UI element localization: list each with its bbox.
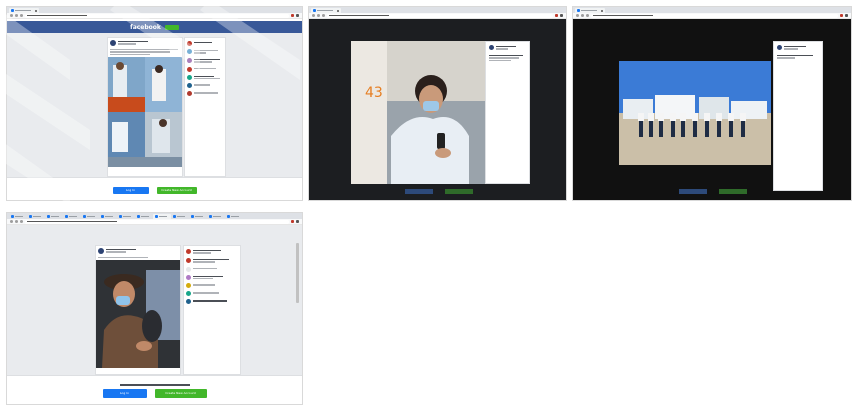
extension-icon[interactable]: [291, 220, 294, 223]
menu-icon[interactable]: [845, 14, 848, 17]
browser-tab[interactable]: [63, 214, 81, 219]
forward-icon[interactable]: [15, 14, 18, 17]
scrollbar[interactable]: [296, 243, 299, 303]
screenshot-post-photo: Log In Create New Account: [6, 212, 303, 405]
login-button[interactable]: Log In: [112, 186, 149, 194]
post-card: [107, 37, 183, 177]
viewer-photo[interactable]: 43: [351, 41, 485, 184]
close-icon[interactable]: [601, 9, 603, 12]
viewer-sidebar: [773, 41, 823, 191]
browser-tab[interactable]: [575, 8, 605, 13]
avatar[interactable]: [98, 248, 104, 254]
viewer-sidebar: [485, 41, 530, 184]
facebook-logo[interactable]: facebook: [130, 24, 161, 31]
reload-icon[interactable]: [586, 14, 589, 17]
login-prompt-bar: Log In Create New Account: [7, 177, 302, 200]
forward-icon[interactable]: [317, 14, 320, 17]
screenshot-photo-speaker: 43: [308, 6, 567, 201]
menu-icon[interactable]: [296, 220, 299, 223]
avatar[interactable]: [110, 40, 116, 46]
browser-tab[interactable]: [9, 214, 27, 219]
browser-tab[interactable]: [9, 8, 39, 13]
browser-tab[interactable]: [45, 214, 63, 219]
browser-tab[interactable]: [189, 214, 207, 219]
url-field[interactable]: [25, 13, 289, 18]
comments-panel: [183, 245, 241, 375]
browser-tab[interactable]: [311, 8, 341, 13]
avatar[interactable]: [489, 45, 494, 50]
screenshot-post-grid: facebook Log In Create New Account: [6, 6, 303, 201]
forward-icon[interactable]: [15, 220, 18, 223]
viewer-photo[interactable]: [619, 61, 771, 165]
url-field[interactable]: [327, 13, 553, 18]
menu-icon[interactable]: [296, 14, 299, 17]
url-field[interactable]: [25, 219, 289, 224]
viewer-footer: [673, 189, 753, 195]
back-icon[interactable]: [10, 220, 13, 223]
reload-icon[interactable]: [20, 14, 23, 17]
url-field[interactable]: [591, 13, 838, 18]
screenshot-photo-group: [572, 6, 852, 201]
comments-panel: [184, 37, 226, 177]
login-prompt-bar: Log In Create New Account: [7, 375, 302, 404]
browser-tab[interactable]: [27, 214, 45, 219]
back-icon[interactable]: [312, 14, 315, 17]
browser-tab[interactable]: [99, 214, 117, 219]
forward-icon[interactable]: [581, 14, 584, 17]
browser-tab[interactable]: [117, 214, 135, 219]
avatar[interactable]: [777, 45, 782, 50]
browser-tab-active[interactable]: [153, 214, 171, 219]
extension-icon[interactable]: [840, 14, 843, 17]
post-photo-grid[interactable]: [108, 57, 182, 168]
create-account-button[interactable]: Create New Account: [156, 186, 197, 194]
browser-tab[interactable]: [207, 214, 225, 219]
close-icon[interactable]: [337, 9, 339, 12]
reload-icon[interactable]: [20, 220, 23, 223]
extension-icon[interactable]: [291, 14, 294, 17]
facebook-favicon: [11, 9, 14, 12]
close-icon[interactable]: [35, 9, 37, 12]
browser-tab[interactable]: [81, 214, 99, 219]
facebook-header: facebook: [7, 21, 302, 33]
browser-tab[interactable]: [135, 214, 153, 219]
post-card: [95, 245, 181, 375]
menu-icon[interactable]: [560, 14, 563, 17]
svg-text:43: 43: [365, 85, 383, 101]
login-prompt-text: [119, 384, 190, 386]
back-icon[interactable]: [576, 14, 579, 17]
login-button[interactable]: Log In: [102, 388, 147, 398]
browser-tab[interactable]: [171, 214, 189, 219]
extension-icon[interactable]: [555, 14, 558, 17]
address-bar: [7, 13, 302, 19]
header-signup-button[interactable]: [164, 24, 179, 30]
facebook-favicon: [313, 9, 316, 12]
create-account-button[interactable]: Create New Account: [154, 388, 207, 398]
viewer-footer: [399, 189, 479, 195]
reload-icon[interactable]: [322, 14, 325, 17]
browser-tab[interactable]: [225, 214, 243, 219]
back-icon[interactable]: [10, 14, 13, 17]
facebook-favicon: [577, 9, 580, 12]
post-photo[interactable]: [96, 260, 180, 369]
